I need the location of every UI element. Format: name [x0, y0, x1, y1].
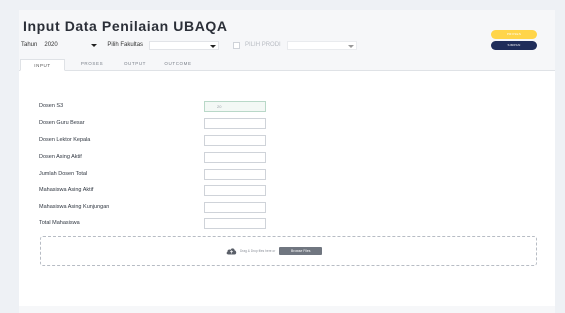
browse-files-button[interactable]: Browse Files — [279, 247, 323, 255]
proses-button[interactable]: PROSES — [491, 30, 537, 39]
form-row: Jumlah Dosen Total — [39, 168, 289, 180]
dosen-guru-besar-input[interactable] — [204, 117, 266, 129]
year-label: Tahun — [21, 42, 38, 48]
field-label: Total Mahasiswa — [39, 220, 80, 226]
form-row: Total Mahasiswa — [39, 217, 289, 229]
fakultas-label: Pilih Fakultas — [107, 42, 144, 48]
dropzone-content: Drag & Drop files here or Browse Files — [226, 247, 323, 255]
page-title: Input Data Penilaian UBAQA — [23, 18, 228, 34]
mahasiswa-asing-kunjungan-input[interactable] — [204, 201, 266, 213]
field-label: Dosen Asing Aktif — [39, 154, 82, 160]
form-row: Dosen Guru Besar — [39, 117, 289, 129]
input-panel: Dosen S3 20 Dosen Guru Besar Dosen Lekto… — [19, 71, 555, 306]
save-button[interactable]: SIMPAN — [491, 41, 537, 50]
chevron-down-icon — [91, 43, 98, 47]
page-container: Input Data Penilaian UBAQA Tahun 2020 Pi… — [19, 10, 555, 313]
chevron-down-icon — [210, 44, 217, 48]
form-row: Mahasiswa Asing Aktif — [39, 184, 289, 196]
dropzone-text: Drag & Drop files here or — [240, 249, 276, 253]
dosen-asing-aktif-input[interactable] — [204, 151, 266, 163]
form-row: Dosen Asing Aktif — [39, 151, 289, 163]
tab-input[interactable]: INPUT — [20, 59, 65, 71]
mahasiswa-asing-aktif-input[interactable] — [204, 184, 266, 196]
filter-bar: Tahun 2020 Pilih Fakultas PILIH PRODI — [21, 40, 357, 50]
total-mahasiswa-input[interactable] — [204, 217, 266, 229]
form-row: Mahasiswa Asing Kunjungan — [39, 201, 289, 213]
field-label: Dosen Lektor Kepala — [39, 137, 91, 143]
tab-bar: INPUT PROSES OUTPUT OUTCOME — [19, 59, 555, 71]
year-select[interactable]: 2020 — [41, 40, 100, 50]
field-label: Dosen S3 — [39, 103, 64, 109]
dosen-s3-input[interactable]: 20 — [204, 100, 266, 112]
prodi-select[interactable] — [286, 40, 357, 50]
chevron-down-icon — [347, 44, 354, 48]
form-row: Dosen Lektor Kepala — [39, 134, 289, 146]
year-value: 2020 — [44, 42, 58, 48]
tab-proses[interactable]: PROSES — [79, 58, 105, 70]
prodi-checkbox[interactable] — [233, 41, 241, 49]
field-label: Dosen Guru Besar — [39, 120, 85, 126]
field-label: Jumlah Dosen Total — [39, 171, 88, 177]
jumlah-dosen-total-input[interactable] — [204, 168, 266, 180]
tab-output[interactable]: OUTPUT — [121, 58, 149, 70]
prodi-label: PILIH PRODI — [245, 42, 281, 48]
form-row: Dosen S3 20 — [39, 100, 289, 112]
file-dropzone[interactable]: Drag & Drop files here or Browse Files — [40, 236, 537, 266]
dosen-lektor-kepala-input[interactable] — [204, 134, 266, 146]
cloud-upload-icon — [226, 248, 237, 255]
field-label: Mahasiswa Asing Aktif — [39, 187, 94, 193]
fakultas-select[interactable] — [149, 40, 220, 50]
tab-outcome[interactable]: OUTCOME — [163, 58, 193, 70]
field-label: Mahasiswa Asing Kunjungan — [39, 204, 110, 210]
